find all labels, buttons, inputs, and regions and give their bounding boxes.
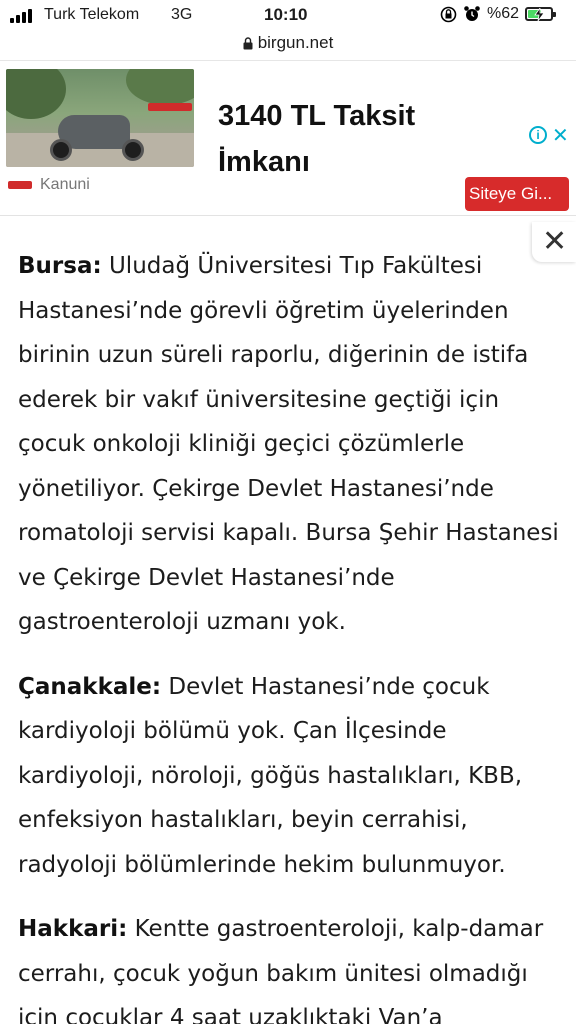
- url-text: birgun.net: [257, 33, 334, 52]
- battery-percent: %62: [487, 5, 520, 22]
- address-bar[interactable]: birgun.net: [0, 30, 576, 56]
- network-type: 3G: [171, 6, 193, 23]
- alarm-icon: [464, 6, 480, 21]
- paragraph-text: Uludağ Üniversitesi Tıp Fakültesi Hastan…: [18, 253, 559, 635]
- article-paragraph: Hakkari: Kentte gastroenteroloji, kalp-d…: [18, 907, 562, 1024]
- ad-close-icon[interactable]: ✕: [552, 123, 569, 148]
- article-paragraph: Çanakkale: Devlet Hastanesi’nde çocuk ka…: [18, 665, 562, 888]
- article-paragraph: Bursa: Uludağ Üniversitesi Tıp Fakültesi…: [18, 244, 562, 645]
- ad-advertiser[interactable]: Kanuni: [8, 176, 90, 194]
- lock-icon: [243, 36, 253, 49]
- ad-headline[interactable]: 3140 TL Taksit İmkanı: [218, 93, 458, 185]
- orientation-lock-icon: [440, 6, 457, 22]
- status-icons: %62: [440, 5, 557, 23]
- city-heading: Hakkari:: [18, 916, 128, 942]
- battery-charging-icon: [525, 7, 557, 21]
- status-time: 10:10: [264, 5, 308, 24]
- advertiser-logo-icon: [8, 181, 32, 189]
- advertiser-name: Kanuni: [40, 176, 90, 193]
- ad-info-icon[interactable]: i: [529, 126, 547, 144]
- signal-icon: [10, 9, 32, 23]
- city-heading: Çanakkale:: [18, 673, 162, 700]
- article-body: Bursa: Uludağ Üniversitesi Tıp Fakültesi…: [18, 244, 562, 1024]
- city-heading: Bursa:: [18, 253, 102, 279]
- paragraph-text: Devlet Hastanesi’nde çocuk kardiyoloji b…: [18, 673, 523, 878]
- ad-cta-button[interactable]: Siteye Gi...: [465, 177, 569, 211]
- ad-image-scooter[interactable]: [6, 69, 194, 167]
- carrier-name: Turk Telekom: [44, 6, 140, 23]
- status-bar: Turk Telekom 3G 10:10 %62: [0, 0, 576, 30]
